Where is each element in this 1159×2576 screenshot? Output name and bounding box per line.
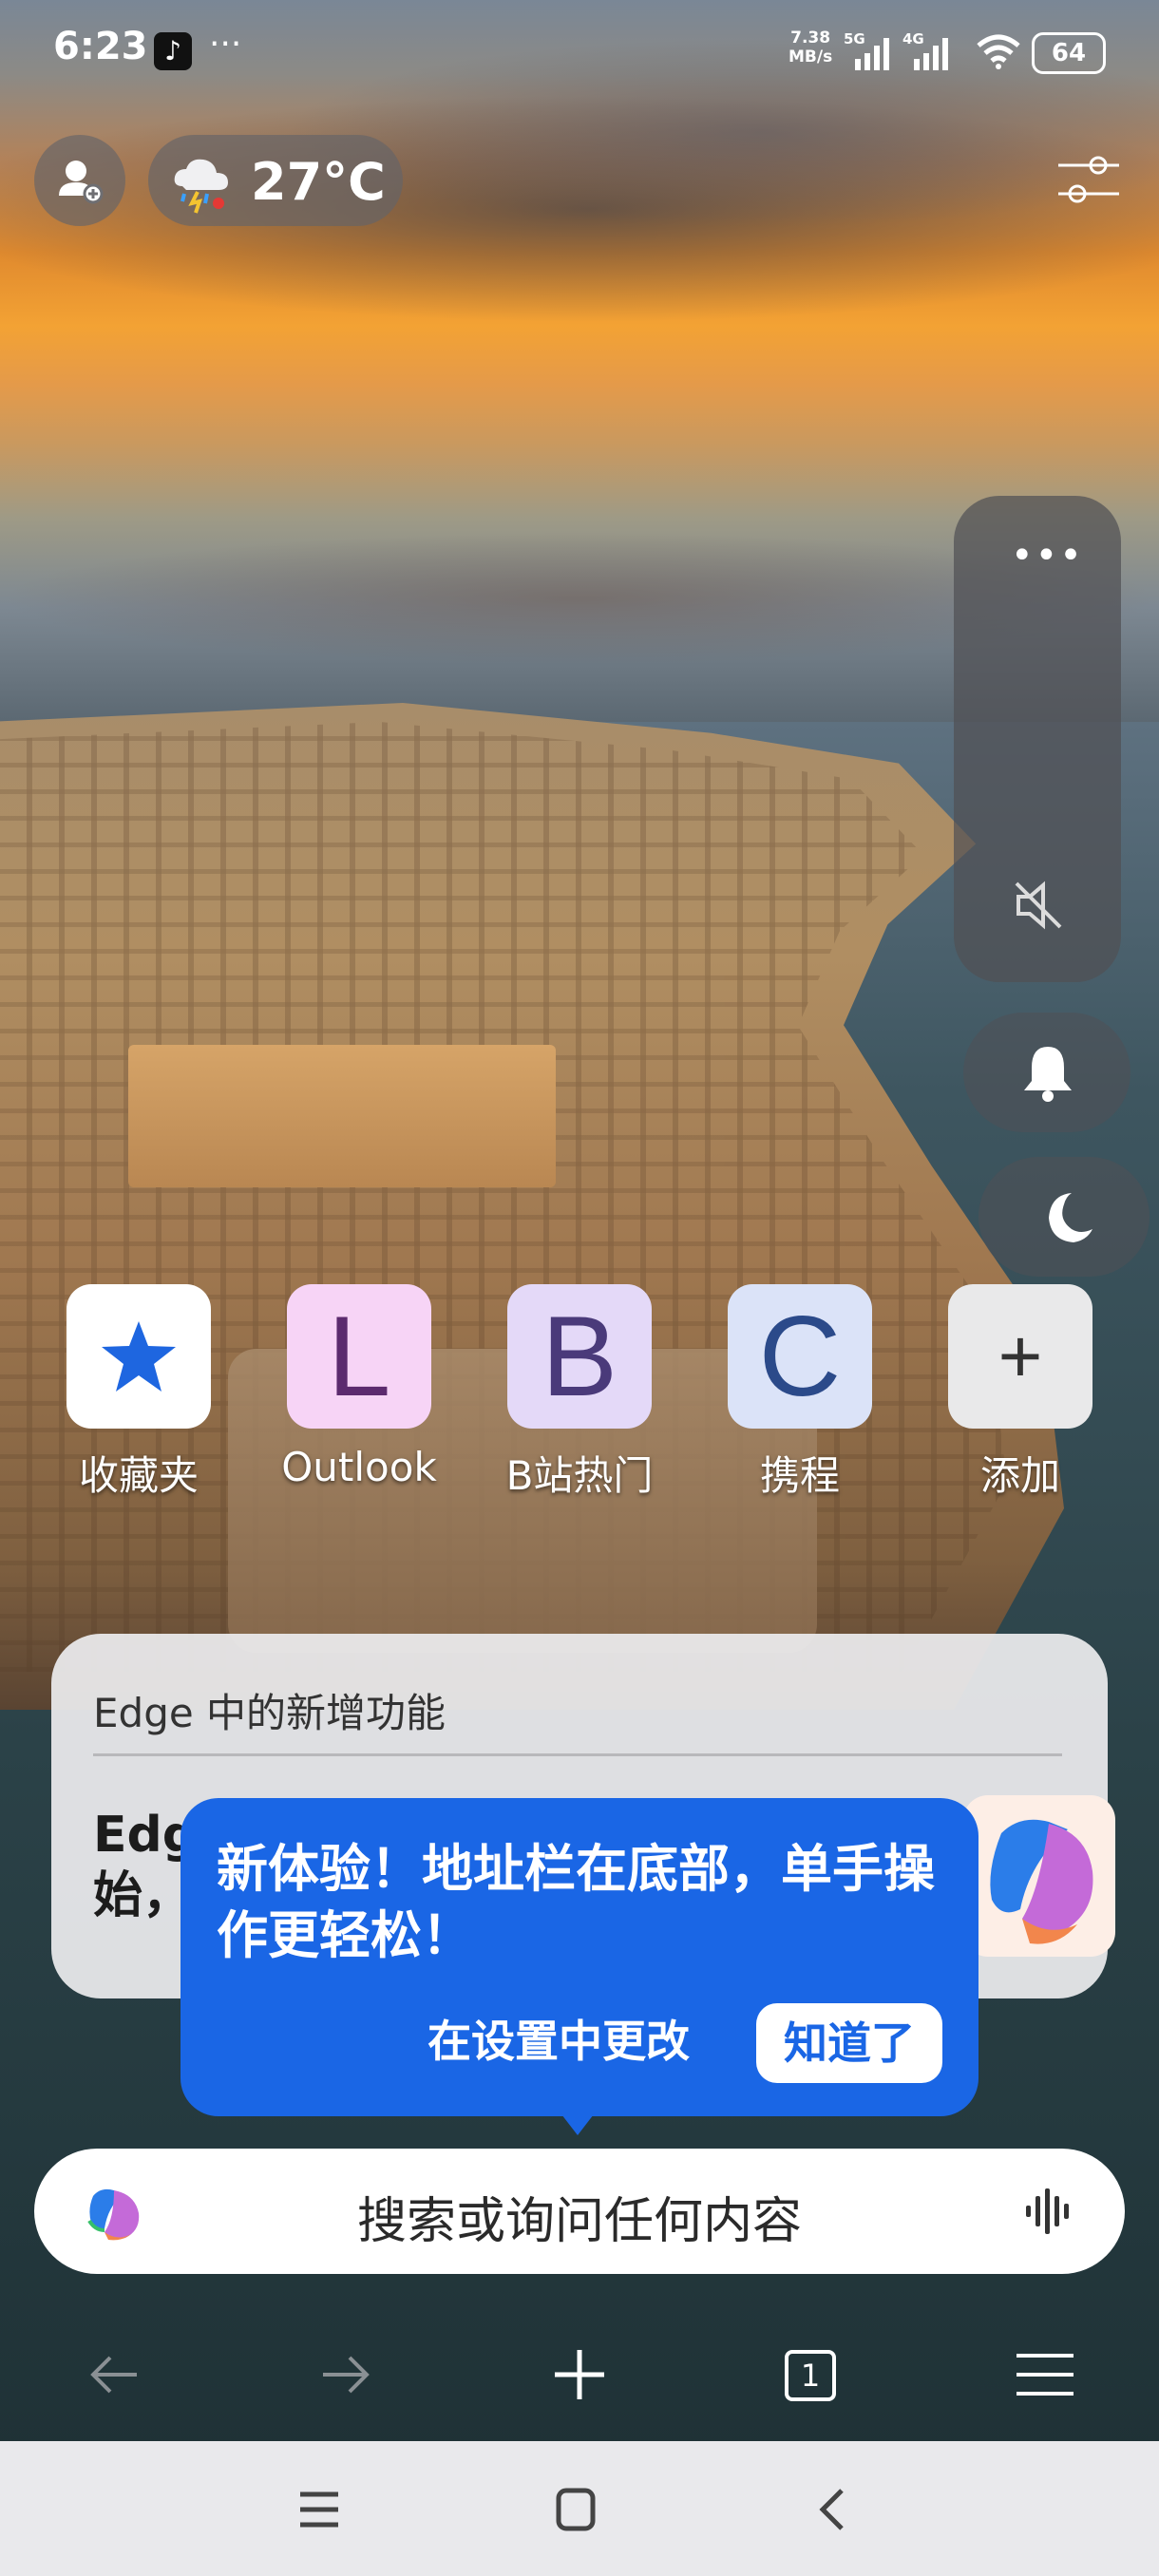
tiktok-icon: ♪ (154, 32, 192, 70)
outlook-tile[interactable]: L (287, 1284, 431, 1429)
system-back-icon[interactable] (806, 2483, 863, 2536)
add-tile[interactable]: + (948, 1284, 1092, 1429)
tab-switcher-button[interactable]: 1 (771, 2337, 847, 2413)
status-time: 6:23 (53, 25, 148, 68)
volume-panel[interactable]: ••• (954, 496, 1121, 982)
volume-more-button[interactable]: ••• (1011, 534, 1084, 578)
dark-mode-button[interactable] (978, 1157, 1150, 1277)
back-icon[interactable] (76, 2337, 152, 2413)
quick-link-label: B站热门 (505, 1452, 654, 1499)
tooltip-message: 新体验！地址栏在底部，单手操作更轻松！ (217, 1839, 935, 1965)
mute-icon[interactable] (1009, 876, 1068, 935)
quick-link-label: 携程 (759, 1452, 840, 1499)
quick-link-favorites[interactable]: 收藏夹 (44, 1284, 234, 1512)
bell-icon (1024, 1047, 1072, 1102)
signal-5g-icon: 5G (844, 32, 889, 70)
browser-toolbar: 1 (0, 2308, 1159, 2441)
quick-link-label: 添加 (979, 1452, 1060, 1499)
voice-input-icon[interactable] (1022, 2187, 1077, 2236)
address-bar[interactable]: 搜索或询问任何内容 (34, 2149, 1125, 2274)
sim2-type: 4G (902, 32, 924, 47)
address-bar-tooltip: 新体验！地址栏在底部，单手操作更轻松！ 在设置中更改 知道了 (180, 1798, 978, 2116)
wifi-icon (977, 34, 1020, 69)
search-input[interactable]: 搜索或询问任何内容 (34, 2181, 1125, 2252)
forward-icon[interactable] (308, 2337, 384, 2413)
weather-temperature: 27°C (251, 152, 386, 212)
quick-link-outlook[interactable]: L Outlook (264, 1284, 454, 1512)
signal-4g-icon: 4G (902, 32, 948, 70)
quick-link-ctrip[interactable]: C 携程 (705, 1284, 895, 1512)
card-divider (93, 1753, 1062, 1756)
network-speed-value: 7.38 (790, 28, 831, 47)
page-settings-icon[interactable] (1054, 150, 1123, 209)
quick-link-label: Outlook (281, 1444, 437, 1490)
bilibili-tile[interactable]: B (507, 1284, 652, 1429)
network-speed: 7.38 MB/s (788, 28, 832, 66)
star-icon (102, 1321, 176, 1392)
home-icon[interactable] (547, 2483, 604, 2536)
quick-link-label: 收藏夹 (78, 1452, 199, 1499)
profile-button[interactable] (34, 135, 125, 226)
system-navigation-bar (0, 2441, 1159, 2576)
network-speed-unit: MB/s (788, 47, 833, 66)
copilot-logo-icon (990, 1819, 1093, 1944)
battery-indicator: 64 (1032, 32, 1106, 74)
recent-apps-icon[interactable] (291, 2483, 348, 2536)
add-profile-icon (59, 161, 104, 204)
copilot-thumbnail (963, 1795, 1115, 1957)
sim1-type: 5G (844, 32, 865, 47)
quick-link-bilibili[interactable]: B B站热门 (484, 1284, 674, 1512)
menu-icon[interactable] (1007, 2337, 1083, 2413)
moon-icon (1049, 1193, 1092, 1242)
quick-link-add[interactable]: + 添加 (925, 1284, 1115, 1512)
card-title: Edge 中的新增功能 (93, 1690, 446, 1736)
ctrip-tile[interactable]: C (728, 1284, 872, 1429)
got-it-button[interactable]: 知道了 (756, 2003, 942, 2083)
status-bar: 6:23 ♪ ··· 7.38 MB/s 5G 4G 64 (0, 0, 1159, 104)
weather-widget[interactable]: 27°C (148, 135, 403, 226)
tab-count: 1 (785, 2350, 836, 2401)
ring-mode-button[interactable] (963, 1013, 1130, 1132)
favorites-tile[interactable] (66, 1284, 211, 1429)
more-notifications-icon: ··· (209, 25, 242, 64)
new-tab-icon[interactable] (542, 2337, 618, 2413)
thunderstorm-icon (174, 159, 228, 214)
change-in-settings-link[interactable]: 在设置中更改 (428, 2007, 690, 2070)
